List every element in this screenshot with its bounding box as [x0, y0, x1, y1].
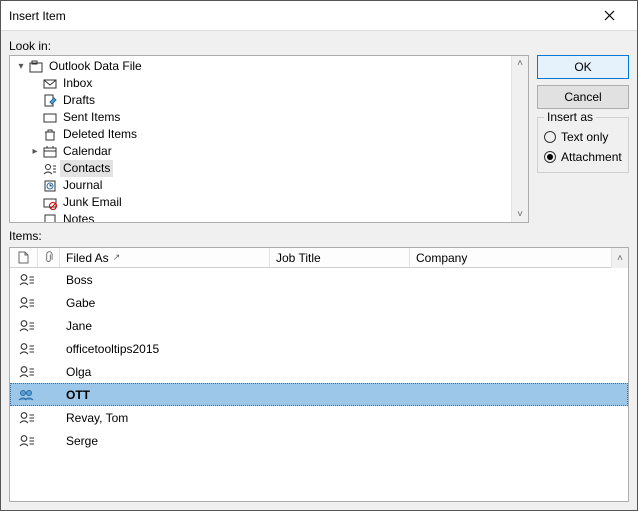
col-filed-as[interactable]: Filed As ↗ — [60, 248, 270, 267]
tree-label: Outlook Data File — [46, 58, 145, 75]
tree-root-outlook-data-file[interactable]: Outlook Data File — [10, 58, 528, 75]
distribution-list-icon — [16, 388, 38, 402]
radio-icon — [544, 131, 556, 143]
notes-icon — [42, 212, 58, 224]
radio-text-only[interactable]: Text only — [544, 130, 622, 144]
tree-node-notes[interactable]: Notes — [10, 211, 528, 223]
tree-label: Calendar — [60, 143, 115, 160]
tree-node-drafts[interactable]: Drafts — [10, 92, 528, 109]
data-file-icon — [28, 59, 44, 75]
contact-icon — [16, 434, 38, 448]
drafts-icon — [42, 93, 58, 109]
items-body[interactable]: Boss Gabe Jane officetooltips2015 Olga OTT Rev… — [10, 268, 628, 501]
tree-label: Drafts — [60, 92, 98, 109]
tree-node-inbox[interactable]: Inbox — [10, 75, 528, 92]
col-type[interactable] — [10, 248, 38, 267]
junk-icon — [42, 195, 58, 211]
item-filed-as: Boss — [60, 273, 93, 287]
tree-node-contacts[interactable]: Contacts — [10, 160, 528, 177]
insert-item-dialog: Insert Item Look in: Outlook Data File — [0, 0, 638, 511]
tree-content: Outlook Data File Inbox — [10, 56, 528, 223]
ok-button[interactable]: OK — [537, 55, 629, 79]
title-bar: Insert Item — [1, 1, 637, 31]
radio-label: Attachment — [561, 150, 622, 164]
scroll-down-icon[interactable]: ˅ — [517, 207, 523, 222]
list-item[interactable]: Gabe — [10, 291, 628, 314]
journal-icon — [42, 178, 58, 194]
tree-node-journal[interactable]: Journal — [10, 177, 528, 194]
window-title: Insert Item — [9, 9, 589, 23]
contacts-icon — [42, 161, 58, 177]
insert-as-group: Insert as Text only Attachment — [537, 117, 629, 173]
trash-icon — [42, 127, 58, 143]
tree-label: Sent Items — [60, 109, 123, 126]
items-list: Filed As ↗ Job Title Company ˄ Boss Gabe J… — [9, 247, 629, 502]
list-item[interactable]: Revay, Tom — [10, 406, 628, 429]
chevron-right-icon[interactable] — [28, 143, 42, 160]
tree-node-junk-email[interactable]: Junk Email — [10, 194, 528, 211]
cancel-button[interactable]: Cancel — [537, 85, 629, 109]
item-filed-as: OTT — [60, 388, 90, 402]
tree-label: Contacts — [60, 160, 113, 177]
calendar-icon — [42, 144, 58, 160]
items-header: Filed As ↗ Job Title Company — [10, 248, 628, 268]
sort-asc-icon: ↗ — [113, 252, 121, 263]
scroll-up-icon[interactable]: ˄ — [517, 56, 523, 71]
insert-as-legend: Insert as — [544, 110, 596, 124]
inbox-icon — [42, 76, 58, 92]
tree-label: Notes — [60, 211, 97, 223]
col-company[interactable]: Company — [410, 248, 628, 267]
tree-label: Junk Email — [60, 194, 125, 211]
col-label: Filed As — [66, 251, 109, 265]
contact-icon — [16, 319, 38, 333]
contact-icon — [16, 365, 38, 379]
contact-icon — [16, 273, 38, 287]
tree-node-sent-items[interactable]: Sent Items — [10, 109, 528, 126]
contact-icon — [16, 342, 38, 356]
tree-node-calendar[interactable]: Calendar — [10, 143, 528, 160]
radio-attachment[interactable]: Attachment — [544, 150, 622, 164]
list-item[interactable]: Olga — [10, 360, 628, 383]
tree-node-deleted-items[interactable]: Deleted Items — [10, 126, 528, 143]
item-filed-as: officetooltips2015 — [60, 342, 159, 356]
header-scroll-up-icon[interactable]: ˄ — [611, 248, 628, 268]
col-label: Job Title — [276, 251, 321, 265]
item-filed-as: Revay, Tom — [60, 411, 128, 425]
item-filed-as: Gabe — [60, 296, 95, 310]
paperclip-icon — [44, 251, 53, 264]
dialog-buttons: OK Cancel Insert as Text only Attachment — [537, 55, 629, 223]
items-label: Items: — [9, 229, 629, 243]
contact-icon — [16, 296, 38, 310]
tree-label: Deleted Items — [60, 126, 140, 143]
look-in-label: Look in: — [9, 39, 629, 53]
col-label: Company — [416, 251, 467, 265]
radio-label: Text only — [561, 130, 608, 144]
tree-label: Journal — [60, 177, 105, 194]
page-icon — [18, 251, 29, 264]
sent-icon — [42, 110, 58, 126]
radio-icon — [544, 151, 556, 163]
list-item[interactable]: Serge — [10, 429, 628, 452]
list-item[interactable]: Boss — [10, 268, 628, 291]
tree-scrollbar[interactable]: ˄ ˅ — [511, 56, 528, 222]
col-attachment[interactable] — [38, 248, 60, 267]
folder-tree[interactable]: Outlook Data File Inbox — [9, 55, 529, 223]
list-item[interactable]: officetooltips2015 — [10, 337, 628, 360]
list-item[interactable]: Jane — [10, 314, 628, 337]
close-button[interactable] — [589, 2, 629, 30]
col-job-title[interactable]: Job Title — [270, 248, 410, 267]
dialog-body: Look in: Outlook Data File — [1, 31, 637, 510]
item-filed-as: Jane — [60, 319, 92, 333]
top-row: Outlook Data File Inbox — [9, 55, 629, 223]
item-filed-as: Olga — [60, 365, 91, 379]
list-item[interactable]: OTT — [10, 383, 628, 406]
close-icon — [604, 10, 615, 21]
tree-label: Inbox — [60, 75, 95, 92]
item-filed-as: Serge — [60, 434, 98, 448]
contact-icon — [16, 411, 38, 425]
chevron-down-icon[interactable] — [14, 58, 28, 75]
